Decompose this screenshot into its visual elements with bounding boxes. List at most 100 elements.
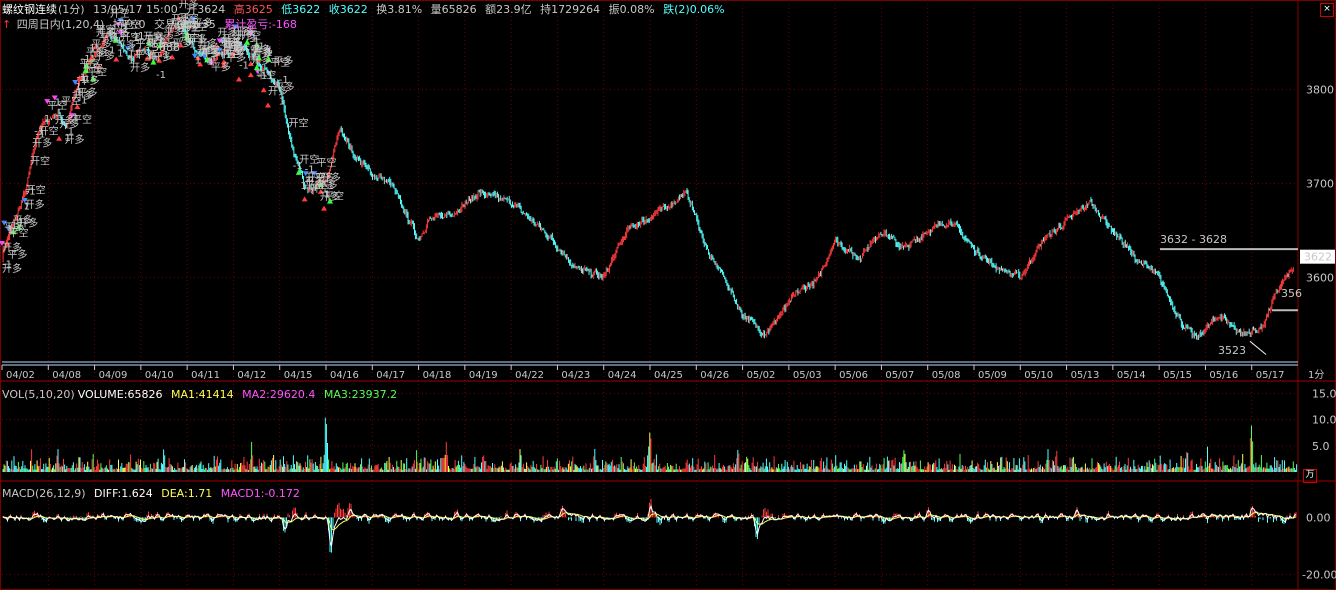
date-label: 05/09: [978, 370, 1007, 381]
vol-ma2: MA2:29620.4: [242, 388, 316, 401]
trade-arrow-icon: [235, 76, 242, 82]
low-pointer: [1249, 340, 1267, 355]
date-label: 04/02: [6, 370, 35, 381]
strategy-pnl: 累计盈亏:-168: [224, 18, 297, 31]
macd-tick-label: -20.00: [1302, 569, 1336, 582]
datetime: 13/05/17 15:00: [93, 3, 178, 16]
trade-arrow-icon: [260, 87, 267, 93]
open-price: 开3624: [186, 3, 226, 16]
high-annotation: 3888: [152, 41, 180, 54]
quote-header: 螺纹钢连续(1分) 13/05/17 15:00 开3624 高3625 低36…: [2, 2, 730, 17]
date-label: 05/10: [1024, 370, 1053, 381]
open-interest: 持1729264: [540, 3, 601, 16]
date-label: 04/18: [423, 370, 452, 381]
close-icon[interactable]: ×: [1320, 3, 1334, 17]
date-label: 04/16: [330, 370, 359, 381]
macd-dea: DEA:1.71: [161, 487, 213, 500]
range-annotation: 3632 - 3628: [1160, 233, 1227, 246]
vol-volume: VOLUME:65826: [77, 388, 163, 401]
date-label: 04/09: [99, 370, 128, 381]
chart-frame: [0, 0, 1336, 590]
date-label: 04/10: [145, 370, 174, 381]
date-label: 05/15: [1163, 370, 1192, 381]
trade-label: 平多: [318, 179, 338, 192]
trade-label: 开空: [39, 125, 59, 138]
trade-label: -1: [77, 95, 87, 106]
chart-canvas: 3600 3700 3800 04/02 04/08 04/09 04/10 04/11 04/…: [0, 0, 1336, 590]
trade-label: 平多: [91, 37, 111, 50]
trade-label: 1: [44, 114, 50, 125]
date-label: 05/03: [793, 370, 822, 381]
date-label: 04/24: [608, 370, 637, 381]
arrow-up-icon: ↑: [2, 18, 12, 31]
volume-bars: [2, 417, 1298, 472]
date-label: 05/13: [1071, 370, 1100, 381]
macd-tick-label: 0.00: [1306, 511, 1331, 524]
trade-arrow-icon: [301, 196, 308, 202]
trade-label: 开空: [288, 117, 308, 130]
trade-label: -1: [279, 75, 289, 86]
strategy-header: ↑ 四周日内(1,20,4) 持仓:0 交易总数:35 累计盈亏:-168: [2, 17, 302, 32]
trade-label: 平多: [13, 213, 33, 226]
trade-label: -1: [69, 113, 79, 124]
vol-tick-label: 10.0: [1312, 414, 1336, 427]
trade-label: 1: [64, 133, 70, 144]
trade-label: 开空: [30, 155, 50, 168]
trade-label: -1: [250, 36, 260, 47]
trade-label: -1: [2, 259, 12, 270]
vol-title[interactable]: VOL(5,10,20): [2, 388, 75, 401]
trade-label: -1: [156, 70, 166, 81]
macd-title[interactable]: MACD(26,12,9): [2, 487, 86, 500]
trade-label: 1: [300, 181, 306, 192]
date-label: 05/17: [1256, 370, 1285, 381]
period-label: 1分: [1308, 369, 1324, 381]
change: 跌(2)0.06%: [663, 3, 725, 16]
trade-label: 平空: [220, 38, 240, 51]
macd-header: MACD(26,12,9) DIFF:1.624 DEA:1.71 MACD1:…: [2, 486, 305, 501]
trade-label: 平空: [270, 56, 290, 69]
trade-label: 平空: [200, 43, 220, 56]
trade-arrow-icon: [265, 102, 272, 108]
price-tick-label: 3800: [1306, 83, 1334, 96]
strategy-name[interactable]: 四周日内(1,20,4): [17, 18, 105, 31]
date-label: 04/19: [469, 370, 498, 381]
date-label: 04/11: [191, 370, 220, 381]
trade-label: 平空: [316, 156, 336, 169]
date-label: 04/12: [237, 370, 266, 381]
amount: 额23.9亿: [485, 3, 532, 16]
trade-arrow-icon: [247, 72, 254, 78]
amplitude: 振0.08%: [608, 3, 655, 16]
trade-label: 1: [84, 75, 90, 86]
date-label: 05/02: [747, 370, 776, 381]
date-label: 04/22: [515, 370, 544, 381]
trade-label: 开多: [25, 198, 45, 211]
date-label: 04/26: [700, 370, 729, 381]
date-label: 04/25: [654, 370, 683, 381]
date-label: 05/16: [1209, 370, 1238, 381]
unit-toggle-button[interactable]: 万: [1303, 469, 1317, 483]
trade-label: -1: [264, 71, 274, 82]
low-annotation: 3523: [1218, 344, 1246, 357]
candles: [2, 21, 1294, 341]
vol-header: VOL(5,10,20) VOLUME:65826 MA1:41414 MA2:2…: [2, 387, 402, 402]
date-label: 04/23: [561, 370, 590, 381]
low-price: 低3622: [281, 3, 321, 16]
support-annotation: 356: [1281, 287, 1302, 300]
date-label: 05/06: [839, 370, 868, 381]
date-label: 04/08: [52, 370, 81, 381]
price-tick-label: 3600: [1306, 271, 1334, 284]
strategy-position: 持仓:0: [112, 18, 146, 31]
trade-label: 1: [95, 66, 101, 77]
trade-label: 开多: [32, 137, 52, 150]
date-label: 04/15: [284, 370, 313, 381]
turnover: 换3.81%: [376, 3, 423, 16]
date-label: 05/08: [932, 370, 961, 381]
macd-diff: DIFF:1.624: [94, 487, 153, 500]
trade-label: 1: [279, 96, 285, 107]
vol-tick-label: 5.0: [1312, 440, 1330, 453]
date-label: 05/14: [1117, 370, 1146, 381]
vol-ma1: MA1:41414: [170, 388, 234, 401]
trade-label: 开多: [130, 61, 150, 74]
vol-tick-label: 15.0: [1312, 387, 1336, 400]
close-price: 收3622: [328, 3, 368, 16]
